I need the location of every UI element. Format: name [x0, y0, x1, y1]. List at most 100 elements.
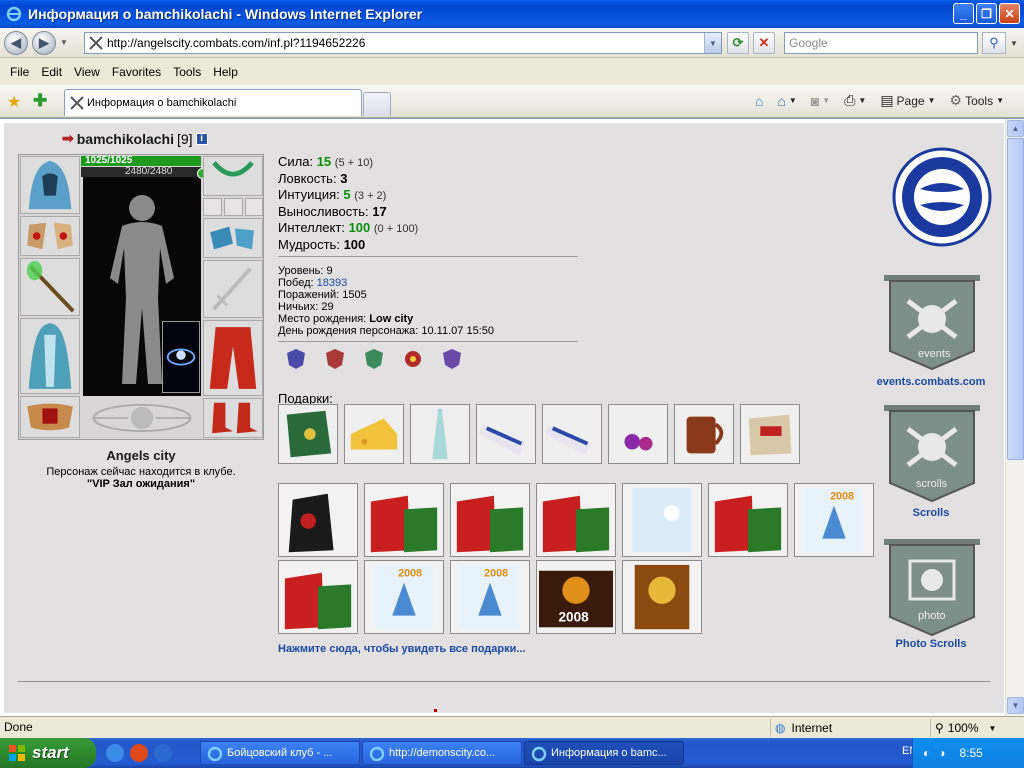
gift-vaseline-icon[interactable] [476, 404, 536, 464]
minimize-button[interactable]: _ [953, 3, 974, 24]
gloves-icon[interactable] [203, 218, 263, 258]
shield-badge-icon[interactable] [286, 348, 306, 370]
taskbar-item[interactable]: Бойцовский клуб - ... [200, 741, 360, 765]
photo-scrolls-banner-icon[interactable]: photo [882, 537, 982, 637]
pants-armor-icon[interactable] [203, 320, 263, 396]
forward-button[interactable]: ▶ [32, 31, 56, 55]
tab-current[interactable]: Информация о bamchikolachi [64, 89, 362, 116]
menu-view[interactable]: View [68, 65, 106, 79]
photo-scrolls-link[interactable]: Photo Scrolls [868, 638, 994, 650]
ie-quicklaunch-icon[interactable] [106, 744, 124, 762]
back-button[interactable]: ◀ [4, 31, 28, 55]
new-tab-button[interactable] [363, 92, 391, 116]
see-all-gifts-link[interactable]: Нажмите сюда, чтобы увидеть все подарки.… [278, 643, 526, 655]
taskbar-item[interactable]: http://demonscity.co... [362, 741, 522, 765]
feeds-icon[interactable]: ⌂ [755, 93, 763, 109]
menu-tools[interactable]: Tools [167, 65, 207, 79]
gift-red-bag-icon[interactable] [536, 483, 616, 557]
gift-mug-icon[interactable] [674, 404, 734, 464]
shield-badge-icon[interactable] [442, 348, 462, 370]
taskbar-item-active[interactable]: Информация о bamc... [524, 741, 684, 765]
gift-cheese-icon[interactable] [344, 404, 404, 464]
gift-red-bag-icon[interactable] [364, 483, 444, 557]
globe-icon: ◍ [775, 721, 786, 735]
sword-empty-slot-icon[interactable] [203, 260, 263, 318]
close-button[interactable]: ✕ [999, 3, 1020, 24]
system-tray: ◐ ◑ 8:55 [912, 738, 1024, 768]
gift-card-2008-icon[interactable]: 2008 [794, 483, 874, 557]
scroll-down-icon[interactable]: ▼ [1007, 697, 1024, 714]
events-link[interactable]: events.combats.com [868, 376, 994, 388]
gift-red-bag-icon[interactable] [278, 560, 358, 634]
events-banner-icon[interactable]: events [882, 273, 982, 371]
refresh-button[interactable]: ⟳ [727, 32, 749, 54]
zoom-dropdown-icon[interactable]: ▼ [989, 724, 997, 733]
gift-golden-card-icon[interactable] [622, 560, 702, 634]
menu-favorites[interactable]: Favorites [106, 65, 167, 79]
scrolls-link[interactable]: Scrolls [868, 507, 994, 519]
bracers-icon[interactable] [20, 216, 80, 256]
gift-tower-icon[interactable] [410, 404, 470, 464]
belt-icon[interactable] [20, 396, 80, 438]
menu-file[interactable]: File [4, 65, 35, 79]
info-icon[interactable]: i [195, 132, 208, 145]
window-title: Информация о bamchikolachi - Windows Int… [28, 6, 423, 22]
history-dropdown-icon[interactable]: ▼ [60, 38, 68, 47]
ring-slot-1[interactable] [203, 198, 222, 216]
search-icon[interactable]: ⚲ [982, 32, 1006, 54]
ring-slot-2[interactable] [224, 198, 243, 216]
helmet-hood-icon[interactable] [20, 156, 80, 214]
gift-potions-icon[interactable] [608, 404, 668, 464]
search-options-icon[interactable]: ▼ [1008, 32, 1020, 54]
restore-button[interactable]: ❐ [976, 3, 997, 24]
zoom-control[interactable]: ⚲ 100% ▼ [930, 719, 1006, 737]
print-icon[interactable]: ⎙ ▼ [844, 92, 866, 109]
tab-bar: ★ ✚ Информация о bamchikolachi ⌂ ⌂ ▼ ◙ ▼ ⎙… [0, 86, 1024, 118]
address-dropdown-icon[interactable]: ▼ [704, 33, 721, 53]
home-icon[interactable]: ⌂ ▼ [777, 93, 796, 109]
wins-value: 18393 [316, 277, 348, 289]
scroll-thumb[interactable] [1007, 138, 1024, 460]
gift-fireworks-card-icon[interactable]: 2008 [536, 560, 616, 634]
rss-icon[interactable]: ◙ ▼ [811, 93, 830, 109]
search-input[interactable]: Google [784, 32, 978, 54]
gift-red-bag-icon[interactable] [708, 483, 788, 557]
opera-quicklaunch-icon[interactable] [130, 744, 148, 762]
page-menu-button[interactable]: ▤ Page ▼ [880, 92, 935, 109]
clock[interactable]: 8:55 [960, 746, 983, 760]
gift-vaseline-icon[interactable] [542, 404, 602, 464]
gift-card-2008-icon[interactable]: 2008 [364, 560, 444, 634]
flower-badge-icon[interactable] [403, 348, 423, 370]
gift-parcel-icon[interactable] [740, 404, 800, 464]
favorites-star-icon[interactable]: ★ [7, 92, 21, 112]
gift-book-icon[interactable] [278, 404, 338, 464]
boots-icon[interactable] [203, 398, 263, 438]
gift-snow-card-icon[interactable] [622, 483, 702, 557]
birthplace-value: Low city [369, 313, 414, 325]
tab-label: Информация о bamchikolachi [87, 97, 237, 109]
scroll-up-icon[interactable]: ▲ [1007, 120, 1024, 137]
browser-quicklaunch-icon[interactable] [154, 744, 172, 762]
private-message-arrow-icon[interactable]: ➡ [62, 130, 74, 147]
stop-button[interactable]: ✕ [753, 32, 775, 54]
gift-card-2008-icon[interactable]: 2008 [450, 560, 530, 634]
start-button[interactable]: start [0, 738, 96, 768]
staff-weapon-icon[interactable] [20, 258, 80, 316]
scrolls-banner-icon[interactable]: scrolls [882, 403, 982, 503]
menu-help[interactable]: Help [207, 65, 244, 79]
shield-badge-icon[interactable] [325, 348, 345, 370]
address-input[interactable]: http://angelscity.combats.com/inf.pl?119… [84, 32, 722, 54]
menu-edit[interactable]: Edit [35, 65, 68, 79]
tools-menu-button[interactable]: ⚙ Tools ▼ [950, 92, 1005, 109]
necklace-armor-icon[interactable] [203, 156, 263, 196]
tray-icon[interactable]: ◐ [923, 746, 930, 760]
cloak-armor-icon[interactable] [20, 318, 80, 394]
menu-bar: File Edit View Favorites Tools Help [0, 58, 1024, 86]
gift-red-bag-icon[interactable] [450, 483, 530, 557]
gift-dark-bag-icon[interactable] [278, 483, 358, 557]
ring-slot-3[interactable] [245, 198, 263, 216]
tray-icon[interactable]: ◑ [938, 746, 945, 760]
shield-badge-icon[interactable] [364, 348, 384, 370]
vertical-scrollbar[interactable]: ▲ ▼ [1005, 119, 1024, 717]
add-favorite-icon[interactable]: ✚ [33, 91, 47, 111]
